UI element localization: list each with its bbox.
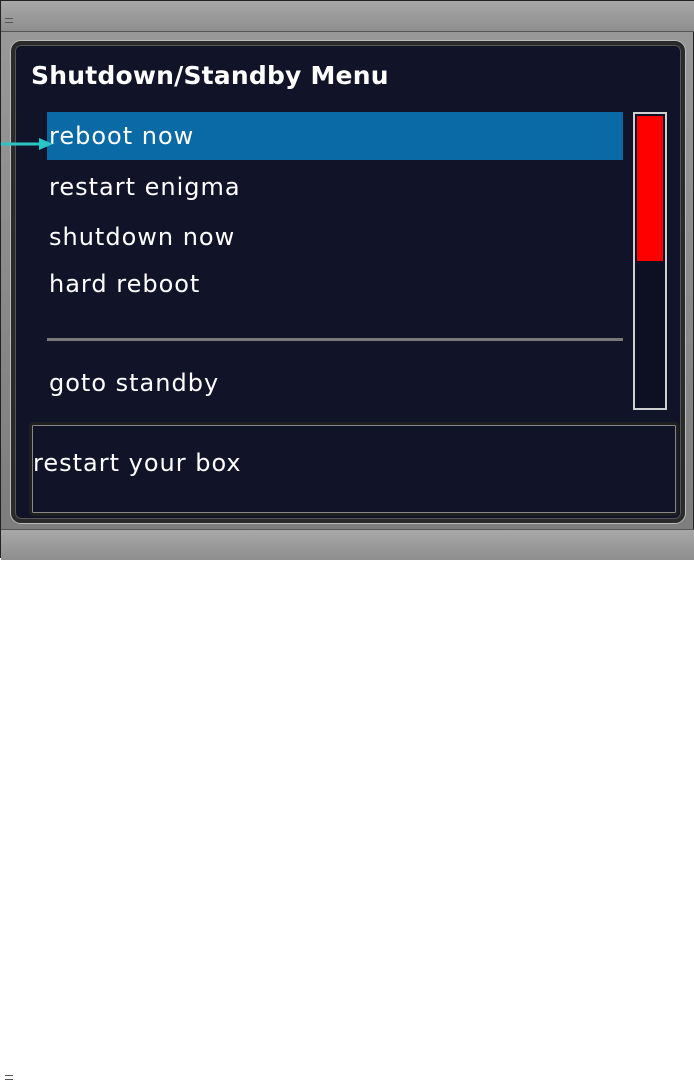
- screen-window: Shutdown/Standby Menu reboot now restart…: [0, 0, 694, 1080]
- menu-title: Shutdown/Standby Menu: [31, 61, 389, 90]
- scrollbar[interactable]: [633, 112, 667, 410]
- grip-icon: [5, 1075, 13, 1080]
- grip-icon: [5, 18, 13, 23]
- menu-item-goto-standby[interactable]: goto standby: [47, 359, 623, 407]
- top-frame-bar: [1, 1, 694, 32]
- bottom-frame-bar: [1, 529, 694, 1080]
- menu-item-hard-reboot[interactable]: hard reboot: [47, 260, 623, 308]
- arrow-right-icon: [1, 138, 53, 150]
- status-text: restart your box: [33, 449, 242, 477]
- scrollbar-thumb[interactable]: [637, 116, 663, 261]
- menu-item-restart-enigma[interactable]: restart enigma: [47, 163, 623, 211]
- menu-separator: [47, 338, 623, 341]
- menu-item-shutdown-now[interactable]: shutdown now: [47, 213, 623, 261]
- menu-item-reboot-now[interactable]: reboot now: [47, 112, 623, 160]
